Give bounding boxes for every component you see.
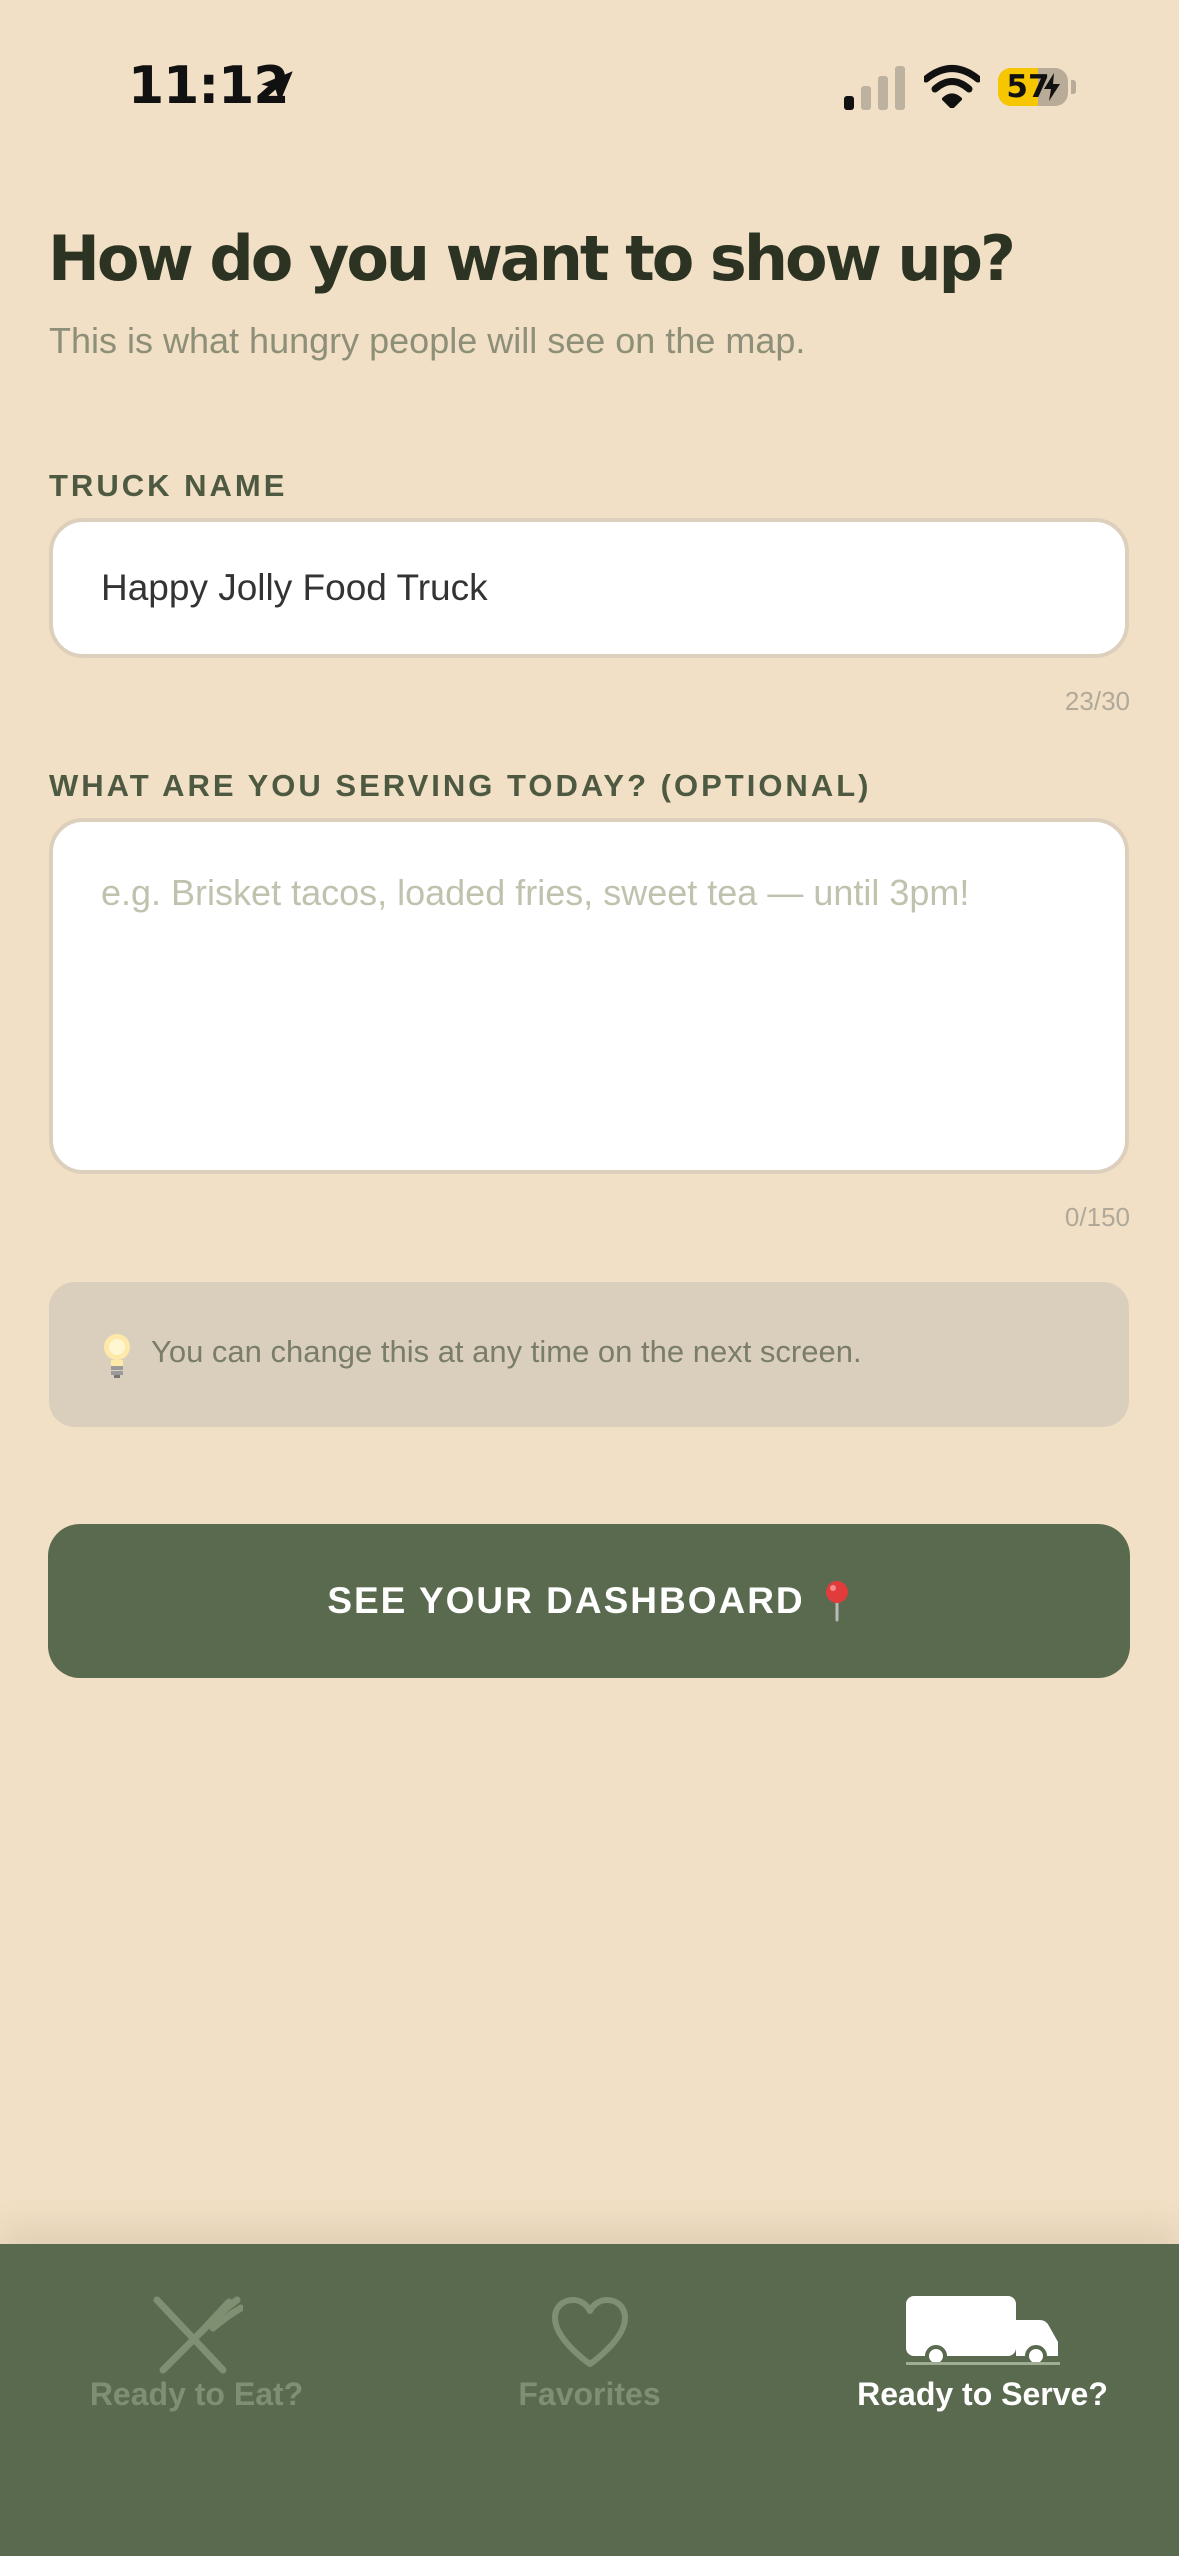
truck-name-input[interactable] <box>49 518 1129 658</box>
tab-ready-to-eat-label: Ready to Eat? <box>89 2376 304 2412</box>
see-dashboard-label: SEE YOUR DASHBOARD <box>327 1580 805 1621</box>
status-bar: 11:12 57 <box>0 0 1179 150</box>
tip-text: You can change this at any time on the n… <box>151 1334 862 1369</box>
charging-bolt-icon <box>1044 73 1060 101</box>
serving-textarea[interactable] <box>49 818 1129 1174</box>
battery-indicator: 57 <box>998 68 1068 106</box>
cellular-signal-icon <box>844 66 905 110</box>
page-title: How do you want to show up? <box>48 222 1016 295</box>
tab-favorites[interactable]: Favorites <box>393 2244 786 2444</box>
heart-icon <box>552 2297 628 2367</box>
see-dashboard-button[interactable]: SEE YOUR DASHBOARD <box>48 1524 1130 1678</box>
lightbulb-icon <box>104 1334 130 1378</box>
tip-box: You can change this at any time on the n… <box>49 1282 1129 1427</box>
truck-icon <box>906 2296 1060 2366</box>
tab-bar: Ready to Eat? Favorites Ready to Serve? <box>0 2244 1179 2556</box>
truck-name-counter: 23/30 <box>1064 686 1130 716</box>
location-arrow-icon <box>261 71 293 103</box>
tab-favorites-label: Favorites <box>518 2376 661 2412</box>
pin-icon <box>825 1581 848 1622</box>
truck-name-label: TRUCK NAME <box>49 468 288 503</box>
battery-tip <box>1071 80 1076 94</box>
serving-label: WHAT ARE YOU SERVING TODAY? (OPTIONAL) <box>49 768 872 803</box>
tab-ready-to-eat[interactable]: Ready to Eat? <box>0 2244 393 2444</box>
wifi-icon <box>924 65 980 108</box>
tab-ready-to-serve-label: Ready to Serve? <box>857 2376 1108 2412</box>
see-dashboard-button-content: SEE YOUR DASHBOARD <box>48 1524 1130 1678</box>
page-subtitle: This is what hungry people will see on t… <box>49 320 806 361</box>
fork-knife-icon <box>153 2296 243 2374</box>
tab-ready-to-serve[interactable]: Ready to Serve? <box>786 2244 1179 2444</box>
serving-counter: 0/150 <box>1064 1202 1130 1232</box>
